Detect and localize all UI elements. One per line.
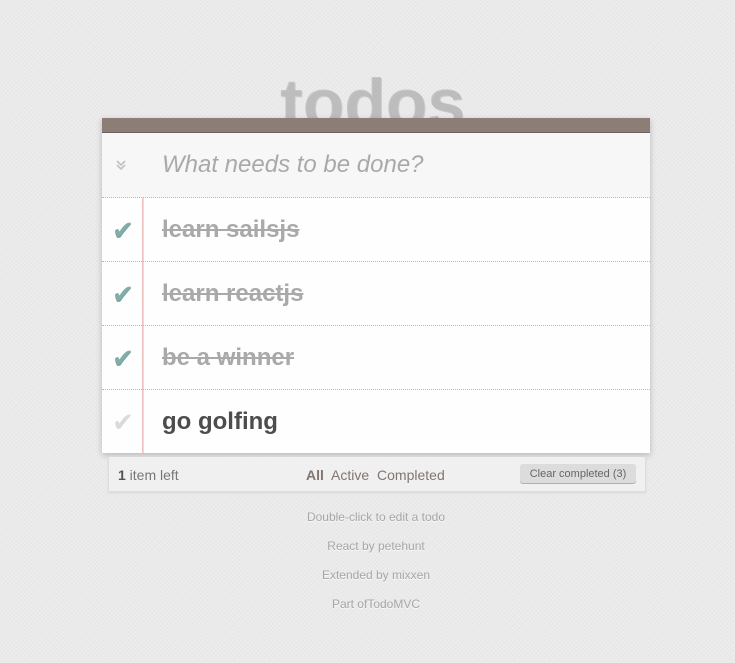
new-todo-input[interactable] [162, 150, 622, 180]
filter-active[interactable]: Active [331, 467, 369, 483]
todo-label[interactable]: learn sailsjs [162, 215, 299, 245]
app-top-bar [102, 118, 650, 133]
checkmark-icon: ✔ [112, 343, 134, 373]
todo-item[interactable]: ✔ learn reactjs [102, 262, 650, 326]
todo-label[interactable]: be a winner [162, 343, 294, 373]
filter-completed[interactable]: Completed [377, 467, 445, 483]
credit-extended: Extended by mixxen [321, 568, 431, 582]
todo-checkbox[interactable]: ✔ [110, 216, 136, 244]
clear-completed-button[interactable]: Clear completed (3) [520, 464, 636, 484]
checkmark-icon: ✔ [112, 407, 134, 437]
filters: All Active Completed [306, 467, 449, 483]
todo-footer: 1 item left All Active Completed Clear c… [108, 457, 646, 492]
todo-checkbox[interactable]: ✔ [110, 344, 136, 372]
todo-app: ✔ learn sailsjs ✔ learn reactjs ✔ be a winner… [102, 118, 650, 453]
todo-checkbox[interactable]: ✔ [110, 280, 136, 308]
items-left-number: 1 [118, 467, 126, 483]
filter-all[interactable]: All [306, 467, 324, 483]
checkmark-icon: ✔ [112, 279, 134, 309]
todo-item[interactable]: ✔ go golfing [102, 390, 650, 453]
todo-item[interactable]: ✔ be a winner [102, 326, 650, 390]
edit-hint: Double-click to edit a todo [306, 510, 446, 524]
items-left-count: 1 item left [118, 467, 179, 483]
items-left-label: item left [125, 467, 179, 483]
todo-list: ✔ learn sailsjs ✔ learn reactjs ✔ be a winner… [102, 198, 650, 453]
new-todo-row [102, 133, 650, 198]
checkmark-icon: ✔ [112, 215, 134, 245]
todo-label[interactable]: go golfing [162, 407, 278, 437]
todo-label[interactable]: learn reactjs [162, 279, 303, 309]
credit-todomvc: Part ofTodoMVC [331, 597, 421, 611]
toggle-all-icon[interactable] [112, 157, 130, 175]
credit-react: React by petehunt [327, 539, 425, 553]
todo-checkbox[interactable]: ✔ [110, 408, 136, 436]
double-chevron-down-icon [116, 160, 126, 171]
todo-item[interactable]: ✔ learn sailsjs [102, 198, 650, 262]
